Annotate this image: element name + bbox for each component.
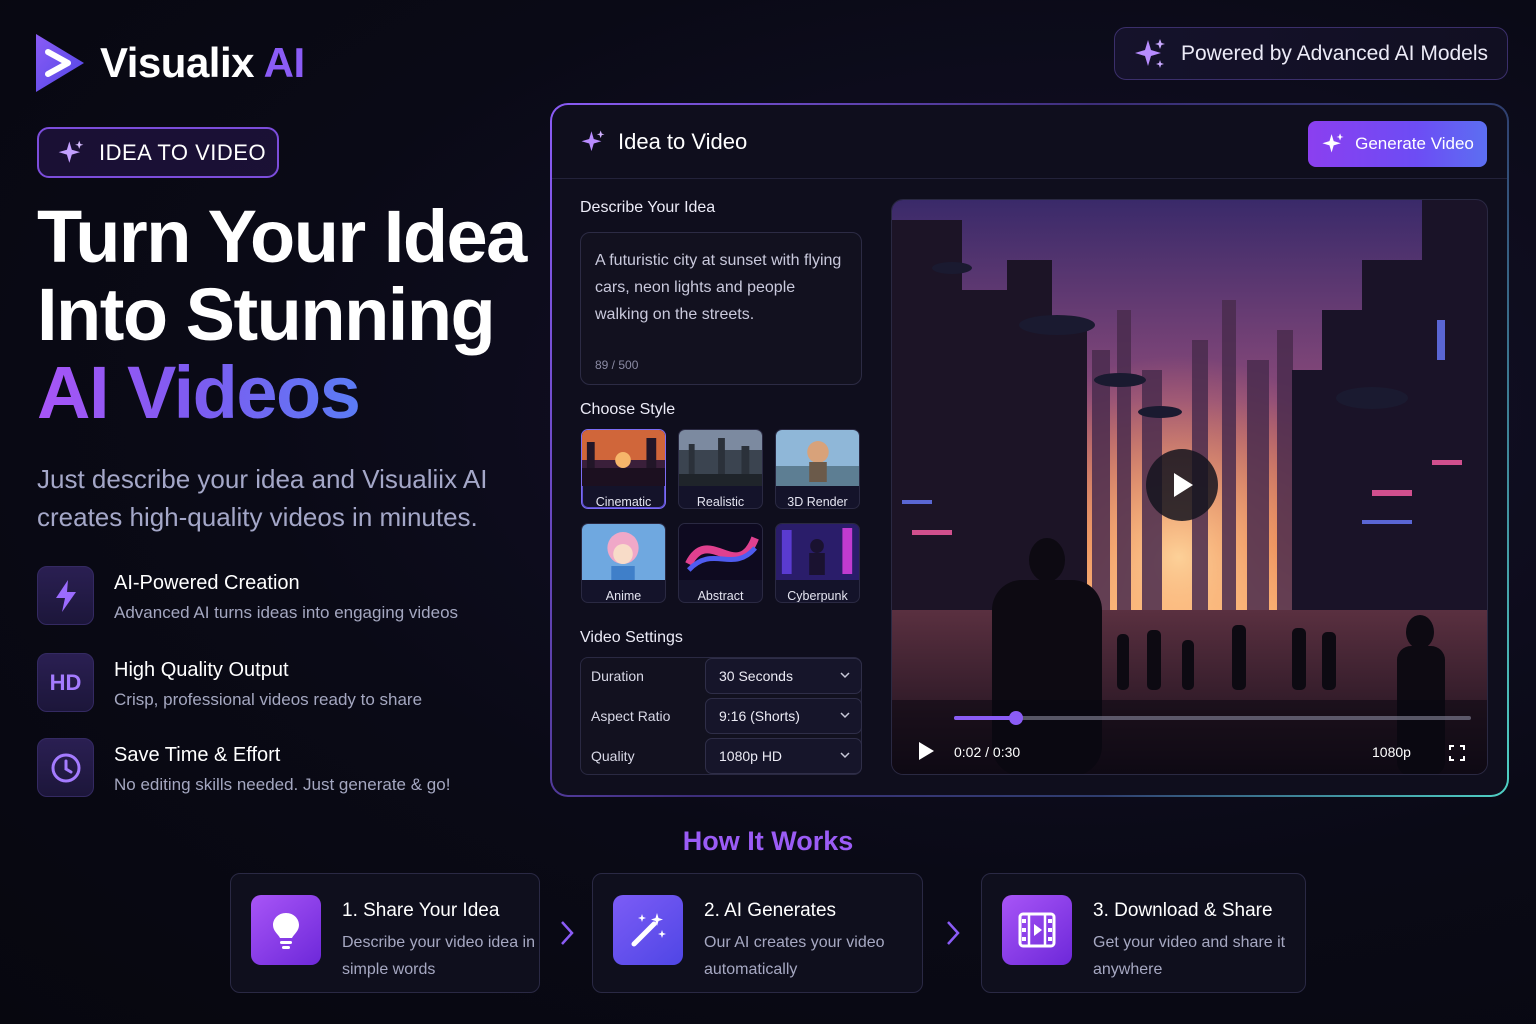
anime-thumbnail (582, 524, 665, 580)
generate-label: Generate Video (1355, 134, 1474, 153)
video-resolution[interactable]: 1080p (1372, 744, 1411, 760)
step-download-share: 3. Download & Share Get your video and s… (981, 873, 1306, 993)
feature-desc: No editing skills needed. Just generate … (114, 775, 451, 794)
feature-title: High Quality Output (114, 659, 289, 681)
hero-headline: Turn Your Idea Into Stunning AI Videos (37, 195, 527, 434)
sparkle-icon (581, 130, 605, 152)
chevron-right-icon (561, 921, 574, 945)
feature-title: AI-Powered Creation (114, 572, 300, 594)
abstract-thumbnail (679, 524, 762, 580)
step-title: 1. Share Your Idea (342, 900, 500, 921)
step-ai-generates: 2. AI Generates Our AI creates your vide… (592, 873, 923, 993)
brand-name: Visualix AI (100, 39, 305, 86)
panel-title: Idea to Video (580, 129, 747, 155)
setting-duration: Duration 30 Seconds (581, 658, 862, 694)
setting-aspect-ratio: Aspect Ratio 9:16 (Shorts) (581, 698, 862, 734)
idea-to-video-tag: IDEA TO VIDEO (37, 127, 279, 178)
cyberpunk-thumbnail (776, 524, 859, 580)
play-icon (1174, 473, 1193, 497)
duration-select[interactable]: 30 Seconds (705, 658, 862, 694)
how-it-works-title: How It Works (682, 826, 854, 856)
step-share-idea: 1. Share Your Idea Describe your video i… (230, 873, 540, 993)
lightning-icon (37, 566, 94, 625)
tag-label: IDEA TO VIDEO (99, 139, 267, 165)
settings-label: Video Settings (580, 629, 683, 646)
video-settings: Duration 30 Seconds Aspect Ratio 9:16 (S… (580, 657, 862, 775)
chevron-down-icon (840, 752, 850, 759)
chevron-down-icon (840, 672, 850, 679)
style-3d-render[interactable]: 3D Render (775, 429, 860, 509)
video-player[interactable]: 0:02 / 0:30 1080p (891, 199, 1488, 775)
step-desc: Our AI creates your video automatically (704, 934, 885, 978)
brand-logo[interactable]: Visualix AI (32, 30, 305, 96)
char-count: 89 / 500 (595, 358, 639, 372)
feature-desc: Crisp, professional videos ready to shar… (114, 690, 423, 709)
style-anime[interactable]: Anime (581, 523, 666, 603)
lightbulb-icon (251, 895, 321, 965)
cinematic-thumbnail (582, 430, 665, 486)
style-cyberpunk[interactable]: Cyberpunk (775, 523, 860, 603)
clock-icon (37, 738, 94, 797)
idea-to-video-panel: Idea to Video Generate Video Describe Yo… (550, 103, 1509, 797)
describe-label: Describe Your Idea (580, 199, 716, 216)
headline-line-2: Into Stunning (37, 273, 496, 356)
style-label: Choose Style (580, 401, 676, 418)
fullscreen-icon[interactable] (1448, 744, 1466, 762)
magic-wand-icon (613, 895, 683, 965)
style-realistic[interactable]: Realistic (678, 429, 763, 509)
setting-quality: Quality 1080p HD (581, 738, 862, 774)
sparkle-icon (58, 140, 84, 163)
headline-line-1: Turn Your Idea (37, 195, 527, 278)
play-logo-icon (36, 34, 84, 92)
step-desc: Get your video and share it anywhere (1093, 934, 1286, 978)
video-controls: 0:02 / 0:30 1080p (892, 711, 1487, 774)
idea-text: A futuristic city at sunset with flying … (595, 252, 842, 323)
feature-high-quality: HD High Quality Output Crisp, profession… (37, 653, 422, 712)
step-desc: Describe your video idea in simple words (342, 934, 535, 978)
sparkle-icon (1322, 133, 1344, 153)
hero-subtitle: Just describe your idea and Visualiix AI… (37, 464, 488, 532)
powered-badge: Powered by Advanced AI Models (1114, 27, 1508, 80)
realistic-thumbnail (679, 430, 762, 486)
sparkle-icon (1135, 38, 1165, 68)
step-title: 3. Download & Share (1093, 900, 1273, 921)
step-title: 2. AI Generates (704, 900, 837, 921)
3d-render-thumbnail (776, 430, 859, 486)
style-abstract[interactable]: Abstract (678, 523, 763, 603)
hd-icon: HD (37, 653, 94, 712)
feature-ai-powered: AI-Powered Creation Advanced AI turns id… (37, 566, 458, 625)
video-time: 0:02 / 0:30 (954, 744, 1021, 760)
powered-text: Powered by Advanced AI Models (1181, 41, 1489, 65)
style-cinematic[interactable]: Cinematic (581, 429, 666, 509)
chevron-down-icon (840, 712, 850, 719)
chevron-right-icon (947, 921, 960, 945)
progress-bar[interactable] (892, 708, 1488, 728)
quality-select[interactable]: 1080p HD (705, 738, 862, 774)
feature-desc: Advanced AI turns ideas into engaging vi… (114, 603, 459, 622)
feature-title: Save Time & Effort (114, 744, 281, 766)
idea-textarea[interactable]: A futuristic city at sunset with flying … (580, 232, 862, 385)
aspect-ratio-select[interactable]: 9:16 (Shorts) (705, 698, 862, 734)
headline-line-3: AI Videos (37, 351, 361, 434)
film-icon (1002, 895, 1072, 965)
play-icon[interactable] (916, 740, 936, 762)
generate-video-button[interactable]: Generate Video (1308, 121, 1487, 167)
feature-save-time: Save Time & Effort No editing skills nee… (37, 738, 450, 797)
play-button-large[interactable] (1146, 449, 1218, 521)
